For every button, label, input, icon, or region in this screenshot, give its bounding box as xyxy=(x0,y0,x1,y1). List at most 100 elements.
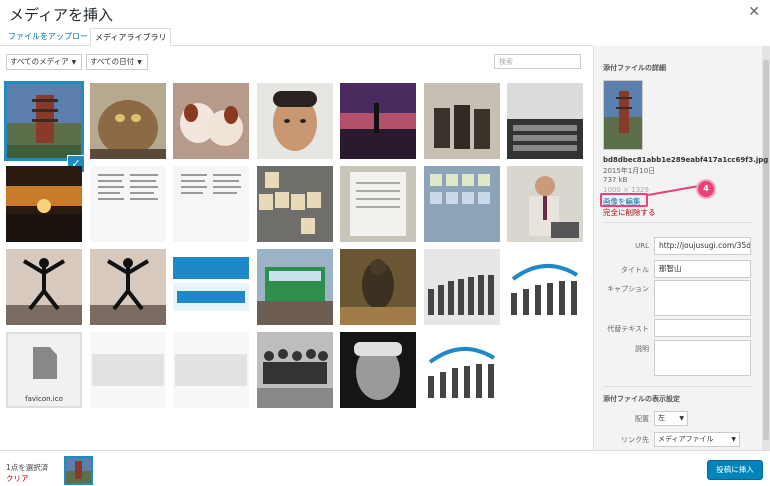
media-item-jumping-man1[interactable] xyxy=(6,249,82,325)
media-item-evolution2[interactable] xyxy=(507,249,583,325)
media-item-keyboard[interactable] xyxy=(507,83,583,159)
document-image xyxy=(90,166,166,242)
media-item-cat[interactable] xyxy=(90,83,166,159)
tab-bar: ファイルをアップロード メディアライブラリ xyxy=(0,25,593,46)
media-item-logo2[interactable] xyxy=(173,332,249,408)
money-tiles-image xyxy=(257,166,333,242)
media-item-evolution1[interactable] xyxy=(424,249,500,325)
link-to-value: メディアファイル xyxy=(658,435,714,443)
media-item-evolution3[interactable] xyxy=(424,332,500,408)
media-item-portrait[interactable] xyxy=(257,83,333,159)
sunset-image xyxy=(6,166,82,242)
media-filter-select[interactable]: すべてのメディア ▼ xyxy=(6,54,82,70)
link-to-select[interactable]: メディアファイル ▼ xyxy=(654,432,740,447)
media-item-pagoda[interactable] xyxy=(4,81,84,161)
annotation-number-badge: 4 xyxy=(698,181,714,197)
media-item-money-tiles[interactable] xyxy=(257,166,333,242)
file-name: favicon.ico xyxy=(25,395,63,403)
alt-text-field[interactable] xyxy=(654,319,751,337)
display-settings-heading: 添付ファイルの表示設定 xyxy=(603,395,680,403)
pagoda-image xyxy=(604,81,642,149)
media-item-group-photo[interactable] xyxy=(257,332,333,408)
selected-item-thumbnail[interactable] xyxy=(64,456,93,485)
banner-image xyxy=(173,249,249,325)
media-item-banner[interactable] xyxy=(173,249,249,325)
annotation-highlight xyxy=(600,193,648,207)
attachment-date: 2015年1月10日 xyxy=(603,167,656,175)
date-filter-select[interactable]: すべての日付 ▼ xyxy=(86,54,148,70)
tab-upload[interactable]: ファイルをアップロード xyxy=(4,28,100,46)
dry-leaves-image xyxy=(340,249,416,325)
modal-title: メディアを挿入 xyxy=(9,6,113,24)
bus-image xyxy=(257,249,333,325)
elderly-man-image xyxy=(340,332,416,408)
media-item-elderly-man[interactable] xyxy=(340,332,416,408)
media-item-favicon[interactable]: favicon.ico xyxy=(6,332,82,408)
evolution-image xyxy=(424,249,500,325)
group-photo-image xyxy=(257,332,333,408)
annotation-arrow xyxy=(647,184,704,196)
alt-text-label: 代替テキスト xyxy=(607,325,649,333)
logo-image xyxy=(90,332,166,408)
file-icon xyxy=(33,347,57,379)
media-item-dry-leaves[interactable] xyxy=(340,249,416,325)
delete-permanently-link[interactable]: 完全に削除する xyxy=(603,207,656,218)
link-to-label: リンク先 xyxy=(621,436,649,444)
selection-toolbar: 1点を選択済 クリア 投稿に挿入 xyxy=(0,450,770,486)
media-item-document2[interactable] xyxy=(173,166,249,242)
clear-selection-link[interactable]: クリア xyxy=(6,473,29,484)
dog-image xyxy=(173,83,249,159)
media-item-bus[interactable] xyxy=(257,249,333,325)
pagoda-image xyxy=(65,457,92,484)
url-label: URL xyxy=(635,242,649,250)
url-field[interactable]: http://joujusugi.com/35de xyxy=(654,237,751,255)
title-label: タイトル xyxy=(621,266,649,274)
certificate-image xyxy=(340,166,416,242)
description-label: 説明 xyxy=(635,345,649,353)
scrollbar-thumb[interactable] xyxy=(763,60,769,440)
sidebar-scrollbar[interactable] xyxy=(762,46,770,450)
evolution-image xyxy=(424,332,500,408)
media-item-logo1[interactable] xyxy=(90,332,166,408)
evolution-image xyxy=(507,249,583,325)
align-value: 左 xyxy=(658,414,665,422)
date-filter-value: すべての日付 xyxy=(90,57,135,66)
media-item-silhouette[interactable] xyxy=(340,83,416,159)
attachment-details-sidebar: 添付ファイルの詳細 bd8dbec81abb1e289eabf417a1cc69… xyxy=(593,46,770,450)
align-label: 配置 xyxy=(635,415,649,423)
media-item-document1[interactable] xyxy=(90,166,166,242)
cat-image xyxy=(90,83,166,159)
chevron-down-icon: ▼ xyxy=(731,436,736,443)
close-icon[interactable]: ✕ xyxy=(748,4,760,20)
portrait-image xyxy=(257,83,333,159)
chevron-down-icon: ▼ xyxy=(71,59,77,66)
samurai-image xyxy=(424,83,500,159)
media-item-samurai[interactable] xyxy=(424,83,500,159)
media-item-certificate[interactable] xyxy=(340,166,416,242)
keyboard-image xyxy=(507,83,583,159)
sticky-notes-image xyxy=(424,166,500,242)
divider xyxy=(603,386,753,387)
caption-field[interactable] xyxy=(654,280,751,316)
attachment-filename: bd8dbec81abb1e289eabf417a1cc69f3.jpg xyxy=(603,156,769,164)
selection-count: 1点を選択済 xyxy=(6,463,49,472)
silhouette-image xyxy=(340,83,416,159)
chevron-down-icon: ▼ xyxy=(137,59,142,66)
media-item-sticky-notes[interactable] xyxy=(424,166,500,242)
jumping-man-image xyxy=(6,249,82,325)
logo-image xyxy=(173,332,249,408)
search-input[interactable]: 検索 xyxy=(494,54,581,69)
media-item-sunset[interactable] xyxy=(6,166,82,242)
attachment-size: 737 kB xyxy=(603,176,628,184)
media-item-dog[interactable] xyxy=(173,83,249,159)
title-field[interactable]: 那智山 xyxy=(654,260,751,278)
tab-media-library[interactable]: メディアライブラリ xyxy=(90,28,172,46)
jumping-man-image xyxy=(90,249,166,325)
caption-label: キャプション xyxy=(607,285,649,293)
media-item-jumping-man2[interactable] xyxy=(90,249,166,325)
media-item-businessman[interactable] xyxy=(507,166,583,242)
attachment-details-heading: 添付ファイルの詳細 xyxy=(603,64,666,72)
align-select[interactable]: 左 ▼ xyxy=(654,411,688,426)
description-field[interactable] xyxy=(654,340,751,376)
insert-into-post-button[interactable]: 投稿に挿入 xyxy=(707,460,763,480)
